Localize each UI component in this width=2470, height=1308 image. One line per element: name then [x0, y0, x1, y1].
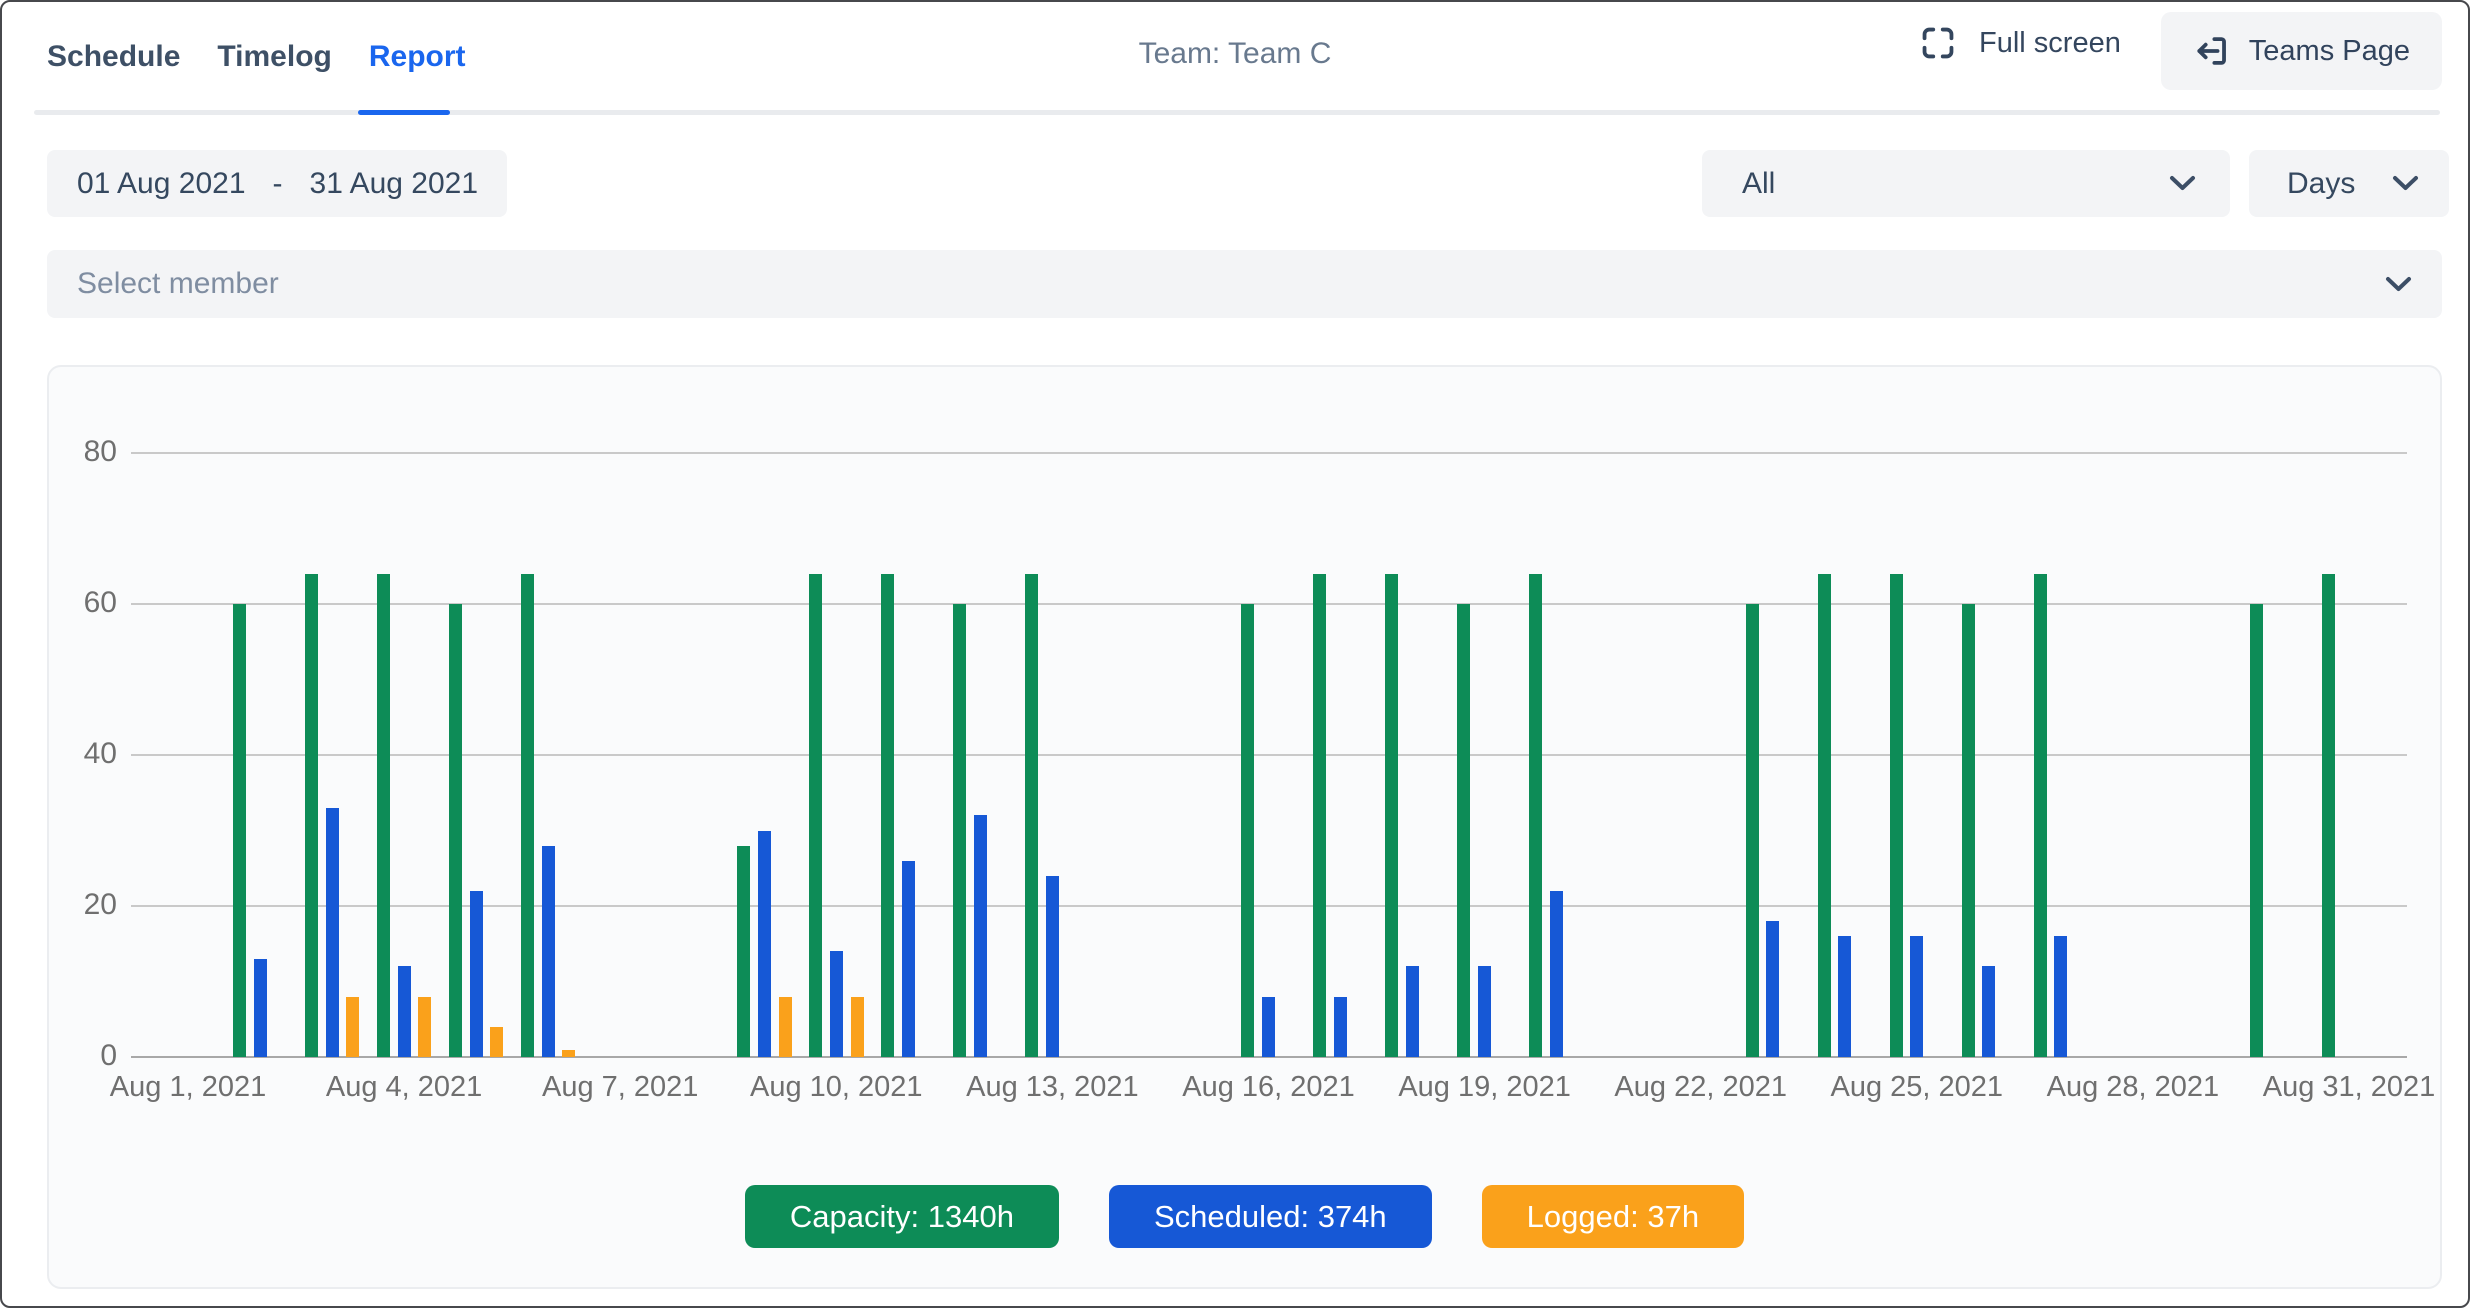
tab-schedule[interactable]: Schedule	[47, 38, 180, 76]
scope-dropdown[interactable]: All	[1702, 150, 2230, 217]
tab-active-indicator	[358, 110, 450, 115]
team-label: Team: Team C	[1139, 36, 1332, 72]
teams-page-button[interactable]: Teams Page	[2161, 12, 2442, 90]
gridline	[131, 452, 2407, 454]
bar-scheduled[interactable]	[1334, 997, 1347, 1057]
bar-scheduled[interactable]	[1478, 966, 1491, 1057]
y-axis-label: 40	[49, 736, 117, 772]
bar-scheduled[interactable]	[470, 891, 483, 1057]
bar-capacity[interactable]	[1962, 604, 1975, 1057]
bar-logged[interactable]	[779, 997, 792, 1057]
bar-scheduled[interactable]	[830, 951, 843, 1057]
y-axis-label: 60	[49, 585, 117, 621]
y-axis-label: 0	[49, 1038, 117, 1074]
y-axis-label: 20	[49, 887, 117, 923]
x-axis-label: Aug 22, 2021	[1614, 1070, 1787, 1104]
y-axis-label: 80	[49, 434, 117, 470]
bar-capacity[interactable]	[1025, 574, 1038, 1057]
date-range-picker[interactable]: 01 Aug 2021 - 31 Aug 2021	[47, 150, 507, 217]
bar-scheduled[interactable]	[1982, 966, 1995, 1057]
bar-capacity[interactable]	[305, 574, 318, 1057]
date-from-value[interactable]: 01 Aug 2021	[77, 167, 246, 201]
granularity-dropdown[interactable]: Days	[2249, 150, 2449, 217]
date-range-separator: -	[273, 167, 283, 201]
bar-capacity[interactable]	[1313, 574, 1326, 1057]
bar-scheduled[interactable]	[974, 815, 987, 1057]
chevron-down-icon	[2392, 175, 2419, 192]
bar-scheduled[interactable]	[1838, 936, 1851, 1057]
bar-scheduled[interactable]	[1910, 936, 1923, 1057]
x-axis-label: Aug 13, 2021	[966, 1070, 1139, 1104]
gridline	[131, 754, 2407, 756]
bar-scheduled[interactable]	[1046, 876, 1059, 1057]
bar-scheduled[interactable]	[542, 846, 555, 1057]
report-chart-card: Capacity: 1340h Scheduled: 374h Logged: …	[47, 365, 2442, 1289]
bar-scheduled[interactable]	[398, 966, 411, 1057]
bar-capacity[interactable]	[2322, 574, 2335, 1057]
member-select[interactable]: Select member	[47, 250, 2442, 318]
x-axis-label: Aug 7, 2021	[542, 1070, 698, 1104]
bar-scheduled[interactable]	[326, 808, 339, 1057]
bar-scheduled[interactable]	[902, 861, 915, 1057]
app-window: Schedule Timelog Report Team: Team C Ful…	[0, 0, 2470, 1308]
x-axis-label: Aug 10, 2021	[750, 1070, 923, 1104]
bar-capacity[interactable]	[1241, 604, 1254, 1057]
x-axis-label: Aug 31, 2021	[2263, 1070, 2436, 1104]
x-axis-label: Aug 25, 2021	[1831, 1070, 2004, 1104]
bar-scheduled[interactable]	[1406, 966, 1419, 1057]
fullscreen-icon	[1919, 24, 1957, 62]
chart-legend: Capacity: 1340h Scheduled: 374h Logged: …	[49, 1185, 2440, 1248]
bar-logged[interactable]	[490, 1027, 503, 1057]
bar-capacity[interactable]	[521, 574, 534, 1057]
bar-scheduled[interactable]	[758, 831, 771, 1058]
bar-capacity[interactable]	[1457, 604, 1470, 1057]
member-select-placeholder: Select member	[77, 267, 279, 301]
gridline	[131, 603, 2407, 605]
tab-timelog[interactable]: Timelog	[217, 38, 331, 76]
bar-capacity[interactable]	[233, 604, 246, 1057]
bar-scheduled[interactable]	[254, 959, 267, 1057]
bar-scheduled[interactable]	[1262, 997, 1275, 1057]
bar-scheduled[interactable]	[1550, 891, 1563, 1057]
bar-capacity[interactable]	[1529, 574, 1542, 1057]
bar-capacity[interactable]	[953, 604, 966, 1057]
bar-scheduled[interactable]	[1766, 921, 1779, 1057]
bar-capacity[interactable]	[1746, 604, 1759, 1057]
x-axis-label: Aug 19, 2021	[1398, 1070, 1571, 1104]
date-to-value[interactable]: 31 Aug 2021	[310, 167, 479, 201]
exit-arrow-icon	[2193, 32, 2231, 70]
bar-capacity[interactable]	[449, 604, 462, 1057]
bar-logged[interactable]	[562, 1050, 575, 1058]
x-axis-label: Aug 28, 2021	[2047, 1070, 2220, 1104]
bar-capacity[interactable]	[881, 574, 894, 1057]
bar-logged[interactable]	[851, 997, 864, 1057]
bar-logged[interactable]	[346, 997, 359, 1057]
teams-page-label: Teams Page	[2249, 35, 2410, 68]
legend-scheduled-button[interactable]: Scheduled: 374h	[1109, 1185, 1432, 1248]
granularity-dropdown-value: Days	[2287, 167, 2355, 201]
bar-scheduled[interactable]	[2054, 936, 2067, 1057]
bar-capacity[interactable]	[1890, 574, 1903, 1057]
bar-capacity[interactable]	[2250, 604, 2263, 1057]
bar-capacity[interactable]	[737, 846, 750, 1057]
bar-capacity[interactable]	[2034, 574, 2047, 1057]
tab-bar: Schedule Timelog Report	[47, 38, 466, 76]
fullscreen-label: Full screen	[1979, 27, 2121, 60]
bar-capacity[interactable]	[809, 574, 822, 1057]
bar-capacity[interactable]	[1818, 574, 1831, 1057]
legend-capacity-button[interactable]: Capacity: 1340h	[745, 1185, 1059, 1248]
tab-report[interactable]: Report	[369, 38, 466, 76]
chevron-down-icon	[2385, 276, 2412, 293]
x-axis-label: Aug 16, 2021	[1182, 1070, 1355, 1104]
scope-dropdown-value: All	[1742, 167, 1775, 201]
x-axis-label: Aug 1, 2021	[110, 1070, 266, 1104]
chevron-down-icon	[2169, 175, 2196, 192]
bar-capacity[interactable]	[377, 574, 390, 1057]
bar-capacity[interactable]	[1385, 574, 1398, 1057]
legend-logged-button[interactable]: Logged: 37h	[1482, 1185, 1744, 1248]
x-axis-label: Aug 4, 2021	[326, 1070, 482, 1104]
bar-logged[interactable]	[418, 997, 431, 1057]
fullscreen-button[interactable]: Full screen	[1919, 24, 2121, 62]
